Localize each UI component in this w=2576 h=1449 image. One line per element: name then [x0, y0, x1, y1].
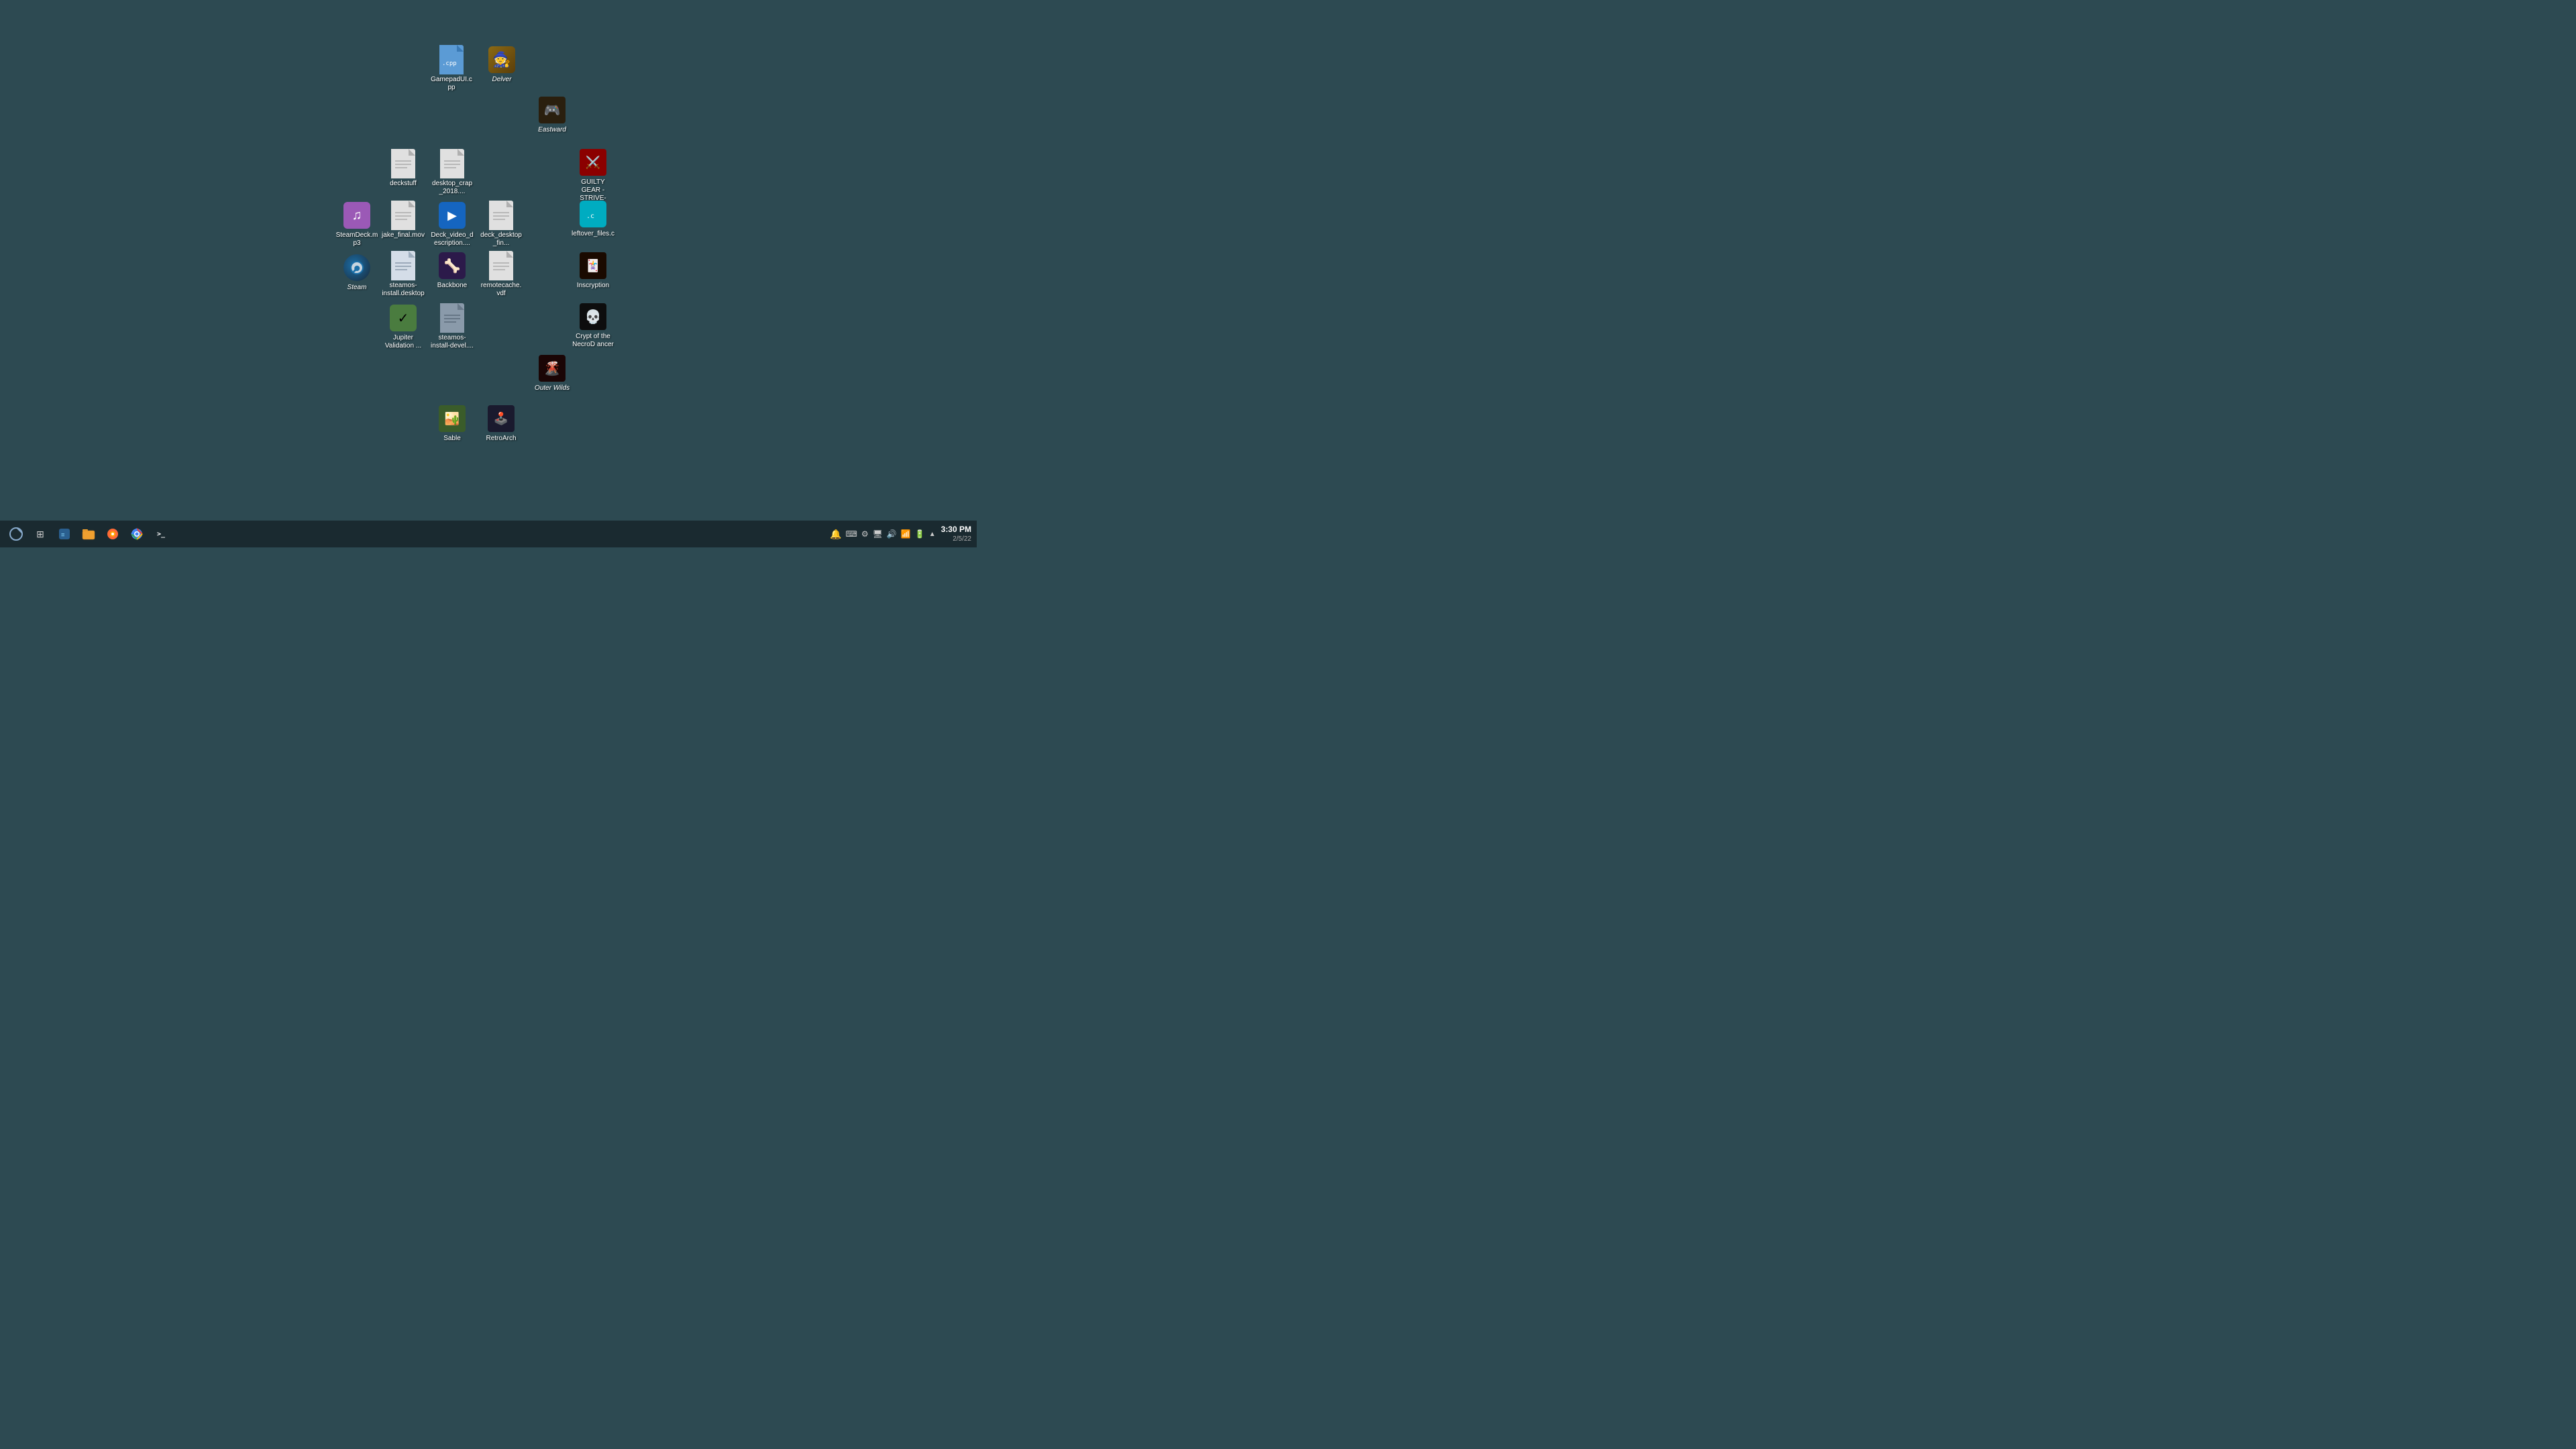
icon-label: Inscryption — [577, 282, 609, 290]
icon-delver[interactable]: 🧙 Delver — [478, 44, 526, 87]
taskbar-file-manager[interactable] — [78, 523, 99, 545]
svg-text:≡: ≡ — [61, 532, 65, 539]
icon-gamepadui-cpp[interactable]: .cpp GamepadUI.cpp — [427, 44, 476, 95]
icon-steam[interactable]: Steam — [333, 252, 381, 294]
icon-crypt-necrodancer[interactable]: 💀 Crypt of the NecroD ancer — [569, 301, 617, 352]
taskbar-clock[interactable]: 3:30 PM 2/5/22 — [941, 525, 971, 544]
icon-jupiter-validation[interactable]: ✓ Jupiter Validation ... — [379, 302, 427, 353]
icon-label: Backbone — [437, 282, 467, 290]
desktop: .cpp GamepadUI.cpp 🧙 Delver 🎮 Eastward — [0, 0, 977, 521]
svg-text:.cpp: .cpp — [442, 60, 457, 67]
bluetooth-icon[interactable]: 🔋 — [915, 529, 925, 539]
icon-label: deckstuff — [390, 180, 417, 188]
icon-label: Crypt of the NecroD ancer — [572, 333, 614, 349]
taskbar-right: 🔔 ⌨ ⚙ 🖥 🔊 📶 🔋 ▲ 3:30 PM 2/5/22 — [830, 525, 971, 544]
icon-label: Outer Wilds — [535, 384, 570, 392]
icon-label: Eastward — [538, 126, 566, 134]
clock-time: 3:30 PM — [941, 525, 971, 535]
icon-leftover-files[interactable]: .c leftover_files.c — [569, 198, 617, 241]
settings-icon[interactable]: ⚙ — [861, 529, 869, 539]
taskbar-firefox[interactable] — [102, 523, 123, 545]
icon-label: leftover_files.c — [572, 230, 614, 238]
icon-eastward[interactable]: 🎮 Eastward — [528, 94, 576, 137]
icon-label: remotecache.vdf — [480, 282, 523, 298]
notification-icon[interactable]: 🔔 — [830, 529, 841, 540]
display-icon[interactable]: 🖥 — [873, 529, 883, 539]
taskbar-app3[interactable]: ≡ — [54, 523, 75, 545]
icon-label: Deck_video_description.... — [431, 231, 474, 248]
icon-steamos-install[interactable]: steamos-install.desktop — [379, 250, 427, 301]
network-icon[interactable]: 📶 — [901, 529, 911, 539]
icon-outer-wilds[interactable]: 🌋 Outer Wilds — [528, 352, 576, 395]
icon-steamos-devel[interactable]: steamos-install-devel.... — [428, 302, 476, 353]
icon-label: desktop_crap_2018.... — [431, 180, 474, 196]
taskbar-sys-icons: 🔔 ⌨ ⚙ 🖥 🔊 📶 🔋 ▲ — [830, 529, 936, 540]
icon-label: deck_desktop_fin... — [480, 231, 523, 248]
svg-text:.c: .c — [586, 213, 594, 220]
taskbar: ⊞ ≡ — [0, 521, 977, 547]
taskbar-activities[interactable] — [5, 523, 27, 545]
clock-date: 2/5/22 — [941, 535, 971, 543]
icon-retroarch[interactable]: 🕹️ RetroArch — [477, 402, 525, 445]
taskbar-terminal[interactable]: >_ — [150, 523, 172, 545]
icon-label: Jupiter Validation ... — [382, 334, 425, 350]
icon-guilty-gear[interactable]: ⚔️ GUILTY GEAR - STRIVE- — [569, 146, 617, 205]
taskbar-files-overview[interactable]: ⊞ — [30, 523, 51, 545]
icon-sable[interactable]: 🏜️ Sable — [428, 402, 476, 445]
icon-deck-desktop[interactable]: deck_desktop_fin... — [477, 199, 525, 250]
icon-deck-video[interactable]: ▶ Deck_video_description.... — [428, 199, 476, 250]
icon-label: steamos-install.desktop — [382, 282, 425, 298]
icon-label: SteamDeck.mp3 — [335, 231, 378, 248]
volume-icon[interactable]: 🔊 — [887, 529, 897, 539]
icon-remotecache[interactable]: remotecache.vdf — [477, 250, 525, 301]
icon-desktop-crap[interactable]: desktop_crap_2018.... — [428, 148, 476, 199]
terminal-label: >_ — [157, 531, 165, 538]
icon-label: RetroArch — [486, 435, 516, 443]
tray-expand[interactable]: ▲ — [929, 531, 936, 538]
icon-label: Sable — [443, 435, 461, 443]
icon-inscryption[interactable]: 🃏 Inscryption — [569, 250, 617, 292]
keyboard-icon[interactable]: ⌨ — [846, 529, 857, 539]
icon-deckstuff[interactable]: deckstuff — [379, 148, 427, 191]
icon-label: steamos-install-devel.... — [431, 334, 474, 350]
icon-label: GamepadUI.cpp — [430, 76, 473, 92]
icon-backbone[interactable]: 🦴 Backbone — [428, 250, 476, 292]
taskbar-apps: ⊞ ≡ — [5, 523, 172, 545]
icon-steamdeck-mp3[interactable]: ♫ SteamDeck.mp3 — [333, 199, 381, 250]
icon-label: jake_final.mov — [382, 231, 425, 239]
icon-label: Steam — [347, 284, 367, 292]
icon-jake-final[interactable]: jake_final.mov — [379, 199, 427, 242]
taskbar-chrome[interactable] — [126, 523, 148, 545]
icon-label: Delver — [492, 76, 512, 84]
